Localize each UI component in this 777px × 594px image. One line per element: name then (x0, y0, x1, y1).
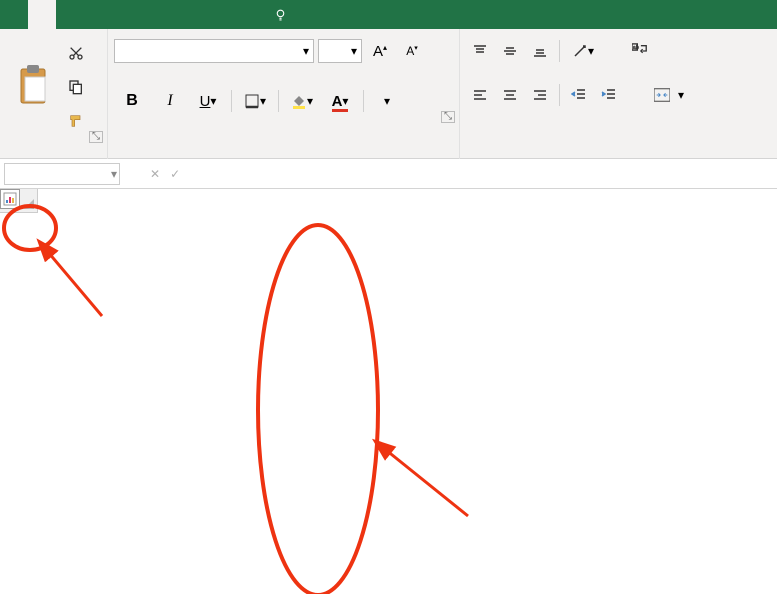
menu-view[interactable] (196, 0, 224, 29)
group-clipboard: ⤡ (0, 29, 108, 159)
cancel-formula-button[interactable]: ✕ (150, 167, 160, 181)
align-right-icon (532, 87, 548, 103)
bold-button[interactable]: B (114, 87, 150, 115)
align-bottom-button[interactable] (526, 37, 554, 65)
menu-file[interactable] (0, 0, 28, 29)
bulb-icon (274, 8, 287, 21)
indent-icon (601, 87, 617, 103)
align-left-button[interactable] (466, 81, 494, 109)
scissors-icon (68, 45, 84, 61)
menu-bar (0, 0, 777, 29)
name-box[interactable]: ▾ (4, 163, 120, 185)
align-top-button[interactable] (466, 37, 494, 65)
align-top-icon (472, 43, 488, 59)
spreadsheet-grid (0, 189, 777, 594)
accept-formula-button[interactable]: ✓ (170, 167, 180, 181)
font-name-select[interactable]: ▾ (114, 39, 314, 63)
menu-review[interactable] (168, 0, 196, 29)
font-launcher[interactable]: ⤡ (441, 111, 455, 123)
group-font: ▾ ▾ A▴ A▾ B I U ▾ ▾ ▾ A ▾ ▾ ⤡ (108, 29, 460, 159)
copy-icon (68, 79, 84, 95)
menu-data[interactable] (140, 0, 168, 29)
border-button[interactable]: ▾ (237, 87, 273, 115)
dedent-icon (571, 87, 587, 103)
formula-bar: ▾ ✕ ✓ (0, 159, 777, 189)
copy-button[interactable] (62, 73, 90, 101)
wrap-text-button[interactable]: ab (625, 37, 659, 65)
align-center-icon (502, 87, 518, 103)
merge-center-button[interactable]: ▾ (647, 81, 691, 109)
orientation-button[interactable]: ▾ (565, 37, 601, 65)
analysis-smart-tag[interactable] (0, 189, 20, 209)
chevron-down-icon: ▾ (111, 167, 117, 181)
align-center-button[interactable] (496, 81, 524, 109)
analysis-icon (3, 192, 17, 206)
chevron-down-icon: ▾ (303, 44, 309, 58)
svg-text:ab: ab (633, 45, 639, 51)
format-painter-button[interactable] (62, 107, 90, 135)
clipboard-icon (15, 65, 51, 107)
decrease-indent-button[interactable] (565, 81, 593, 109)
menu-insert[interactable] (56, 0, 84, 29)
align-middle-button[interactable] (496, 37, 524, 65)
italic-button[interactable]: I (152, 87, 188, 115)
tell-me-search[interactable] (260, 0, 335, 29)
increase-indent-button[interactable] (595, 81, 623, 109)
phonetic-button[interactable]: ▾ (369, 87, 405, 115)
increase-font-button[interactable]: A▴ (366, 37, 394, 65)
align-left-icon (472, 87, 488, 103)
font-color-button[interactable]: A ▾ (322, 87, 358, 115)
ribbon: ⤡ ▾ ▾ A▴ A▾ B I U ▾ ▾ ▾ A ▾ ▾ ⤡ (0, 29, 777, 159)
chevron-down-icon: ▾ (351, 44, 357, 58)
bucket-icon (291, 93, 307, 109)
decrease-font-button[interactable]: A▾ (398, 37, 426, 65)
border-icon (244, 93, 260, 109)
font-size-select[interactable]: ▾ (318, 39, 362, 63)
cut-button[interactable] (62, 39, 90, 67)
rotate-icon (572, 43, 588, 59)
menu-home[interactable] (28, 0, 56, 29)
clipboard-launcher[interactable]: ⤡ (89, 131, 103, 143)
underline-button[interactable]: U ▾ (190, 87, 226, 115)
fill-color-button[interactable]: ▾ (284, 87, 320, 115)
wrap-icon: ab (632, 43, 648, 59)
align-bottom-icon (532, 43, 548, 59)
group-align: ▾ ab ▾ (460, 29, 772, 159)
menu-page-layout[interactable] (84, 0, 112, 29)
paste-button[interactable] (6, 33, 60, 135)
menu-help[interactable] (224, 0, 252, 29)
align-middle-icon (502, 43, 518, 59)
brush-icon (68, 113, 84, 129)
align-right-button[interactable] (526, 81, 554, 109)
menu-formula[interactable] (112, 0, 140, 29)
merge-icon (654, 87, 670, 103)
